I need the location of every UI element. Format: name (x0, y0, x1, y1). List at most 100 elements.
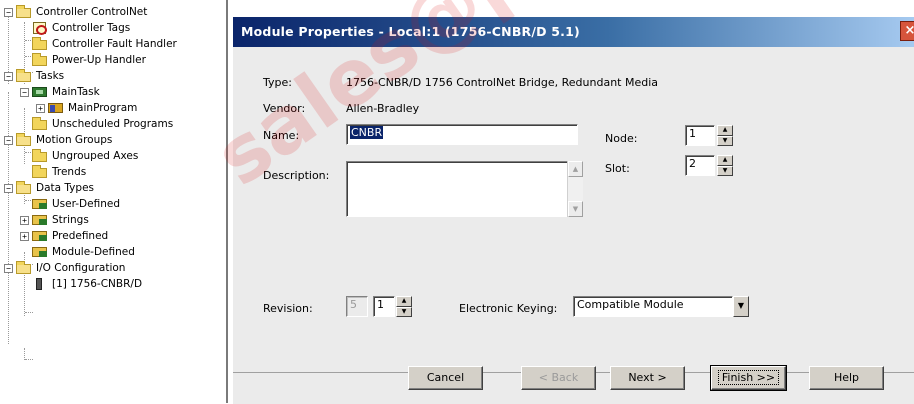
tree-item-io-configuration[interactable]: − I/O Configuration (4, 260, 125, 276)
spin-down-icon[interactable]: ▼ (717, 135, 733, 146)
vendor-value: Allen-Bradley (346, 102, 420, 115)
keying-label: Electronic Keying: (459, 302, 558, 315)
name-label: Name: (263, 129, 300, 142)
module-properties-dialog: Module Properties - Local:1 (1756-CNBR/D… (232, 16, 914, 404)
close-button[interactable]: × (900, 21, 914, 41)
tree-item-label: Module-Defined (52, 246, 135, 258)
folder-icon (16, 5, 32, 18)
button-bar: Cancel < Back Next > Finish >> Help (233, 365, 914, 404)
tree-item-main-task[interactable]: − MainTask (20, 84, 100, 100)
back-button: < Back (521, 366, 596, 390)
dialog-body: Type: 1756-CNBR/D 1756 ControlNet Bridge… (233, 47, 914, 404)
revision-minor-value: 1 (377, 298, 384, 311)
collapse-icon[interactable]: − (20, 87, 29, 97)
revision-spinner[interactable]: ▲ ▼ (396, 296, 412, 317)
tree-item-tasks[interactable]: − Tasks (4, 68, 64, 84)
tree-item-label: MainProgram (68, 102, 138, 114)
name-input[interactable]: CNBR (346, 124, 578, 145)
node-input[interactable]: 1 (685, 125, 715, 146)
finish-button-label: Finish >> (717, 370, 780, 385)
cancel-button[interactable]: Cancel (408, 366, 483, 390)
spin-up-icon[interactable]: ▲ (717, 155, 733, 166)
description-textarea[interactable] (346, 161, 568, 217)
description-scrollbar[interactable]: ▲ ▼ (567, 161, 583, 217)
finish-button[interactable]: Finish >> (710, 365, 787, 391)
tree-item-data-types[interactable]: − Data Types (4, 180, 94, 196)
tree-item-label: Controller Fault Handler (52, 38, 177, 50)
keying-select[interactable]: Compatible Module (573, 296, 733, 317)
chevron-down-icon[interactable]: ▼ (733, 296, 749, 317)
folder-icon (32, 117, 48, 130)
collapse-icon[interactable]: − (4, 7, 13, 17)
tree-item-ungrouped-axes[interactable]: Ungrouped Axes (20, 148, 138, 164)
tree-item-label: Strings (52, 214, 89, 226)
datatype-icon (32, 214, 48, 226)
help-button[interactable]: Help (809, 366, 884, 390)
tree-item-label: Predefined (52, 230, 109, 242)
folder-icon (16, 69, 32, 82)
tree-item-io-module[interactable]: [1] 1756-CNBR/D (20, 276, 142, 292)
tree-item-module-defined[interactable]: Module-Defined (20, 244, 135, 260)
spin-down-icon[interactable]: ▼ (717, 165, 733, 176)
cancel-button-label: Cancel (426, 371, 465, 384)
collapse-icon[interactable]: − (4, 71, 13, 81)
folder-icon (32, 53, 48, 66)
task-icon (32, 86, 48, 98)
io-module-icon (32, 278, 48, 290)
tree-item-label: Tasks (36, 70, 65, 82)
spin-up-icon[interactable]: ▲ (396, 296, 412, 307)
dialog-title-bar[interactable]: Module Properties - Local:1 (1756-CNBR/D… (233, 17, 914, 47)
tree-item-controller[interactable]: − Controller ControlNet (4, 4, 147, 20)
expand-icon[interactable]: + (36, 103, 45, 113)
tree-item-controller-fault-handler[interactable]: Controller Fault Handler (20, 36, 177, 52)
tree-item-user-defined[interactable]: User-Defined (20, 196, 120, 212)
tree-item-controller-tags[interactable]: Controller Tags (20, 20, 130, 36)
next-button[interactable]: Next > (610, 366, 685, 390)
tree-item-motion-groups[interactable]: − Motion Groups (4, 132, 112, 148)
controller-organizer-tree: − Controller ControlNet Controller Tags … (0, 0, 228, 403)
tree-item-label: Controller ControlNet (36, 6, 148, 18)
slot-label: Slot: (605, 162, 630, 175)
tree-item-label: Unscheduled Programs (52, 118, 174, 130)
tree-item-label: Trends (52, 166, 87, 178)
node-label: Node: (605, 132, 638, 145)
tree-item-label: I/O Configuration (36, 262, 126, 274)
help-button-label: Help (833, 371, 860, 384)
collapse-icon[interactable]: − (4, 183, 13, 193)
folder-icon (32, 165, 48, 178)
scroll-down-icon[interactable]: ▼ (568, 201, 583, 217)
tree-item-label: Power-Up Handler (52, 54, 146, 66)
folder-icon (32, 37, 48, 50)
datatype-icon (32, 230, 48, 242)
expand-icon[interactable]: + (20, 231, 29, 241)
spin-down-icon[interactable]: ▼ (396, 306, 412, 317)
collapse-icon[interactable]: − (4, 263, 13, 273)
folder-icon (16, 261, 32, 274)
type-label: Type: (263, 76, 292, 89)
node-spinner[interactable]: ▲ ▼ (717, 125, 733, 146)
spin-up-icon[interactable]: ▲ (717, 125, 733, 136)
slot-value: 2 (689, 157, 696, 170)
type-value: 1756-CNBR/D 1756 ControlNet Bridge, Redu… (346, 76, 659, 89)
tree-item-main-program[interactable]: + MainProgram (36, 100, 137, 116)
node-value: 1 (689, 127, 696, 140)
tree-item-label: MainTask (52, 86, 100, 98)
slot-spinner[interactable]: ▲ ▼ (717, 155, 733, 176)
datatype-icon (32, 246, 48, 258)
dialog-title: Module Properties - Local:1 (1756-CNBR/D… (241, 24, 580, 39)
tree-item-power-up-handler[interactable]: Power-Up Handler (20, 52, 146, 68)
tree-item-label: Data Types (36, 182, 94, 194)
datatype-icon (32, 198, 48, 210)
revision-minor-input[interactable]: 1 (373, 296, 395, 317)
slot-input[interactable]: 2 (685, 155, 715, 176)
collapse-icon[interactable]: − (4, 135, 13, 145)
tree-item-label: Ungrouped Axes (52, 150, 139, 162)
tree-item-strings[interactable]: + Strings (20, 212, 89, 228)
tree-item-unscheduled-programs[interactable]: Unscheduled Programs (20, 116, 173, 132)
expand-icon[interactable]: + (20, 215, 29, 225)
tree-item-predefined[interactable]: + Predefined (20, 228, 108, 244)
tree-item-trends[interactable]: Trends (20, 164, 86, 180)
scroll-up-icon[interactable]: ▲ (568, 161, 583, 177)
folder-icon (32, 149, 48, 162)
tree-item-label: User-Defined (52, 198, 120, 210)
